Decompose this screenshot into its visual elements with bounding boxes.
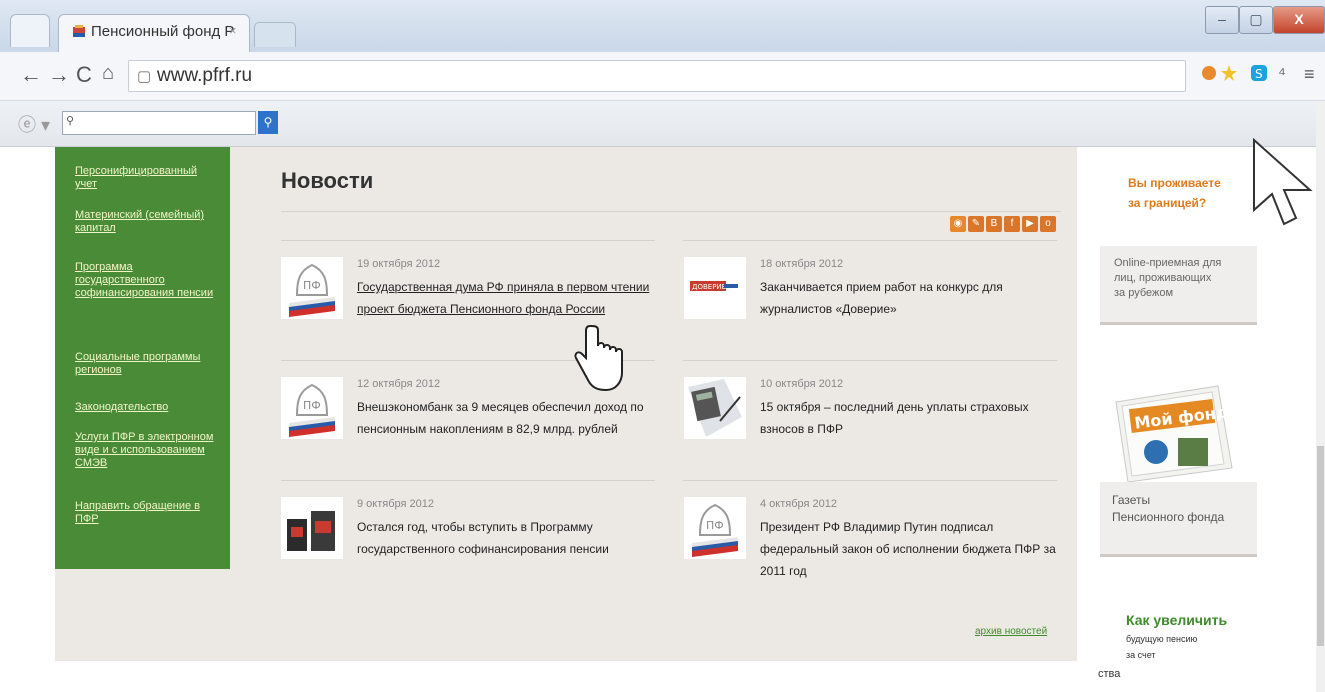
extension-tool-icon[interactable]: ⁴	[1278, 64, 1286, 85]
facebook-icon[interactable]: f	[1004, 216, 1020, 232]
news-heading: Новости	[281, 168, 374, 193]
abroad-line: за границей?	[1128, 196, 1207, 210]
svg-text:ПФ: ПФ	[303, 399, 321, 412]
tab-strip-start	[10, 14, 50, 47]
odnoklassniki-icon[interactable]: о	[1040, 216, 1056, 232]
forward-icon[interactable]: →	[48, 62, 70, 88]
svg-text:ПФ: ПФ	[303, 279, 321, 292]
social-icons: ◉ ✎ В f ▶ о	[950, 216, 1060, 236]
browser-toolbar: ← → C ⌂ ▢ www.pfrf.ru S ⁴ ≡	[0, 52, 1325, 101]
pfr-logo-thumbnail[interactable]: ПФ	[684, 497, 746, 559]
newspapers-line: Газеты	[1112, 493, 1151, 507]
address-bar[interactable]: ▢ www.pfrf.ru	[128, 60, 1186, 92]
abroad-promo-link[interactable]: Вы проживаете за границей?	[1128, 173, 1221, 213]
window-controls: – ▢ X	[1205, 0, 1325, 38]
browser-tab-strip: Пенсионный фонд Р × – ▢ X	[0, 0, 1325, 53]
news-date: 10 октября 2012	[760, 378, 844, 390]
news-headline-link[interactable]: 15 октября – последний день уплаты страх…	[760, 396, 1056, 440]
url-text[interactable]: www.pfrf.ru	[157, 65, 252, 87]
new-tab-button[interactable]	[254, 22, 296, 47]
rss-icon[interactable]: ◉	[950, 216, 966, 232]
news-headline-link[interactable]: Внешэкономбанк за 9 месяцев обеспечил до…	[357, 396, 653, 440]
svg-text:S: S	[1255, 67, 1263, 81]
sidebar-item-e-services[interactable]: Услуги ПФР в электронном виде и с исполь…	[75, 431, 215, 470]
divider	[683, 240, 1057, 241]
increase-pension-text: ства	[1098, 668, 1121, 680]
bookmark-star-icon[interactable]	[1220, 64, 1238, 82]
increase-pension-title[interactable]: Как увеличить	[1126, 612, 1227, 628]
search-engine-icon[interactable]: ⓔ ▾	[18, 111, 50, 137]
search-go-button[interactable]: ⚲	[258, 111, 278, 134]
newspapers-box[interactable]: Газеты Пенсионного фонда	[1100, 482, 1257, 557]
search-icon: ⚲	[66, 115, 75, 127]
tab-close-button[interactable]: ×	[229, 23, 237, 38]
extension-icons: S ⁴ ≡	[1200, 64, 1320, 90]
newspapers-text: Газеты Пенсионного фонда	[1112, 492, 1224, 526]
news-headline-link[interactable]: Остался год, чтобы вступить в Программу …	[357, 516, 653, 560]
increase-pension-text: будущую пенсию	[1126, 634, 1198, 644]
sidebar-item-personified[interactable]: Персонифицированный учет	[75, 165, 215, 191]
maximize-button[interactable]: ▢	[1239, 6, 1273, 34]
online-reception-text: Online-приемная для лиц, проживающих за …	[1114, 256, 1221, 301]
reception-line: лиц, проживающих	[1114, 272, 1212, 284]
news-date: 12 октября 2012	[357, 378, 441, 390]
tab-title: Пенсионный фонд Р	[91, 23, 235, 40]
youtube-icon[interactable]: ▶	[1022, 216, 1038, 232]
pfr-favicon-icon	[73, 25, 85, 37]
news-headline-link[interactable]: Президент РФ Владимир Путин подписал фед…	[760, 516, 1060, 582]
page-icon: ▢	[137, 68, 152, 85]
close-window-button[interactable]: X	[1273, 6, 1325, 34]
divider	[683, 480, 1057, 481]
menu-icon[interactable]: ≡	[1304, 64, 1315, 85]
news-headline-link[interactable]: Государственная дума РФ приняла в первом…	[357, 276, 653, 320]
minimize-button[interactable]: –	[1205, 6, 1239, 34]
vk-icon[interactable]: В	[986, 216, 1002, 232]
svg-text:ДОВЕРИЕ: ДОВЕРИЕ	[692, 283, 726, 291]
scrollbar-thumb[interactable]	[1317, 446, 1324, 646]
newspaper-image[interactable]: Мой фонд	[1108, 382, 1236, 484]
online-reception-box[interactable]: Online-приемная для лиц, проживающих за …	[1100, 246, 1257, 325]
increase-pension-text: за счет	[1126, 650, 1156, 660]
sidebar-item-social-programs[interactable]: Социальные программы регионов	[75, 351, 215, 377]
news-archive-link[interactable]: архив новостей	[975, 626, 1047, 637]
skype-icon[interactable]: S	[1250, 64, 1268, 82]
sidebar-item-legislation[interactable]: Законодательство	[75, 401, 215, 414]
pfr-logo-thumbnail[interactable]: ПФ	[281, 257, 343, 319]
sidebar-item-maternal-capital[interactable]: Материнский (семейный) капитал	[75, 209, 215, 235]
livejournal-icon[interactable]: ✎	[968, 216, 984, 232]
divider	[683, 360, 1057, 361]
news-date: 19 октября 2012	[357, 258, 441, 270]
boxes-thumbnail[interactable]	[281, 497, 343, 559]
calculator-thumbnail[interactable]	[684, 377, 746, 439]
sidebar-nav: Персонифицированный учет Материнский (се…	[55, 147, 230, 569]
news-headline-link[interactable]: Заканчивается прием работ на конкурс для…	[760, 276, 1056, 320]
doverie-logo-thumbnail[interactable]: ДОВЕРИЕ	[684, 257, 746, 319]
extension-orange-icon[interactable]	[1200, 64, 1218, 82]
svg-text:ПФ: ПФ	[706, 519, 724, 532]
divider	[281, 211, 1061, 212]
sidebar-item-cofinancing[interactable]: Программа государственного софинансирова…	[75, 261, 215, 300]
pfr-logo-thumbnail[interactable]: ПФ	[281, 377, 343, 439]
news-date: 18 октября 2012	[760, 258, 844, 270]
browser-tab-active[interactable]: Пенсионный фонд Р ×	[58, 14, 250, 53]
newspapers-line: Пенсионного фонда	[1112, 510, 1225, 524]
hand-pointer-cursor-icon	[574, 324, 623, 392]
reload-icon[interactable]: C	[76, 62, 92, 88]
abroad-line: Вы проживаете	[1128, 176, 1221, 190]
divider	[281, 480, 655, 481]
sidebar-item-send-appeal[interactable]: Направить обращение в ПФР	[75, 500, 215, 526]
news-date: 9 октября 2012	[357, 498, 434, 510]
news-date: 4 октября 2012	[760, 498, 837, 510]
mouse-arrow-cursor-icon	[1253, 138, 1313, 226]
search-input[interactable]: ⚲	[62, 111, 256, 135]
back-icon[interactable]: ←	[20, 62, 42, 88]
search-toolbar: ⓔ ▾ ⚲ ⚲	[0, 101, 1325, 147]
reception-line: за рубежом	[1114, 287, 1174, 299]
reception-line: Online-приемная для	[1114, 257, 1222, 269]
divider	[281, 240, 655, 241]
home-icon[interactable]: ⌂	[102, 62, 114, 85]
